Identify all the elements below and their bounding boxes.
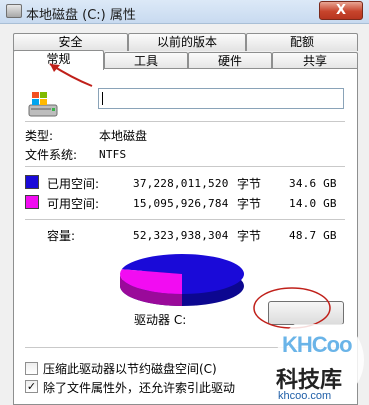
free-space-swatch bbox=[25, 195, 39, 209]
used-space-label: 已用空间: bbox=[47, 177, 100, 191]
tab-previous-versions[interactable]: 以前的版本 bbox=[128, 33, 246, 51]
drive-label: 驱动器 C: bbox=[134, 313, 187, 327]
separator bbox=[25, 121, 345, 122]
used-space-bytes: 37,228,011,520 bbox=[133, 177, 229, 190]
watermark-url: khcoo.com bbox=[278, 390, 332, 402]
watermark-brand: KHCoo bbox=[282, 332, 353, 357]
filesystem-label: 文件系统: bbox=[25, 148, 78, 162]
type-label: 类型: bbox=[25, 129, 54, 143]
window-title: 本地磁盘 (C:) 属性 bbox=[26, 8, 136, 23]
drive-icon bbox=[6, 4, 22, 18]
used-space-size: 34.6 GB bbox=[289, 177, 337, 190]
title-bar: 本地磁盘 (C:) 属性 X bbox=[0, 0, 369, 24]
annotation-arrow bbox=[49, 63, 93, 87]
separator bbox=[25, 219, 345, 220]
hard-drive-icon bbox=[28, 92, 58, 117]
checkmark-icon: ✓ bbox=[26, 380, 37, 393]
capacity-size: 48.7 GB bbox=[289, 229, 337, 242]
free-space-size: 14.0 GB bbox=[289, 197, 337, 210]
used-space-swatch bbox=[25, 175, 39, 189]
tab-security[interactable]: 安全 bbox=[13, 33, 128, 51]
index-label: 除了文件属性外，还允许索引此驱动 bbox=[43, 381, 236, 395]
index-checkbox[interactable]: ✓ bbox=[25, 380, 38, 393]
capacity-label: 容量: bbox=[47, 229, 76, 243]
drive-name-input[interactable] bbox=[98, 88, 344, 109]
type-value: 本地磁盘 bbox=[99, 129, 148, 143]
used-space-unit: 字节 bbox=[237, 177, 262, 191]
free-space-unit: 字节 bbox=[237, 197, 262, 211]
free-space-bytes: 15,095,926,784 bbox=[133, 197, 229, 210]
close-button[interactable]: X bbox=[319, 1, 363, 20]
free-space-label: 可用空间: bbox=[47, 197, 100, 211]
disk-usage-pie bbox=[119, 254, 244, 306]
filesystem-value: NTFS bbox=[99, 148, 127, 161]
compress-checkbox[interactable] bbox=[25, 362, 38, 375]
separator bbox=[25, 166, 345, 167]
tab-quota[interactable]: 配额 bbox=[246, 33, 358, 51]
text-caret bbox=[102, 92, 103, 105]
capacity-bytes: 52,323,938,304 bbox=[133, 229, 229, 242]
compress-label: 压缩此驱动器以节约磁盘空间(C) bbox=[43, 362, 217, 376]
capacity-unit: 字节 bbox=[237, 229, 262, 243]
